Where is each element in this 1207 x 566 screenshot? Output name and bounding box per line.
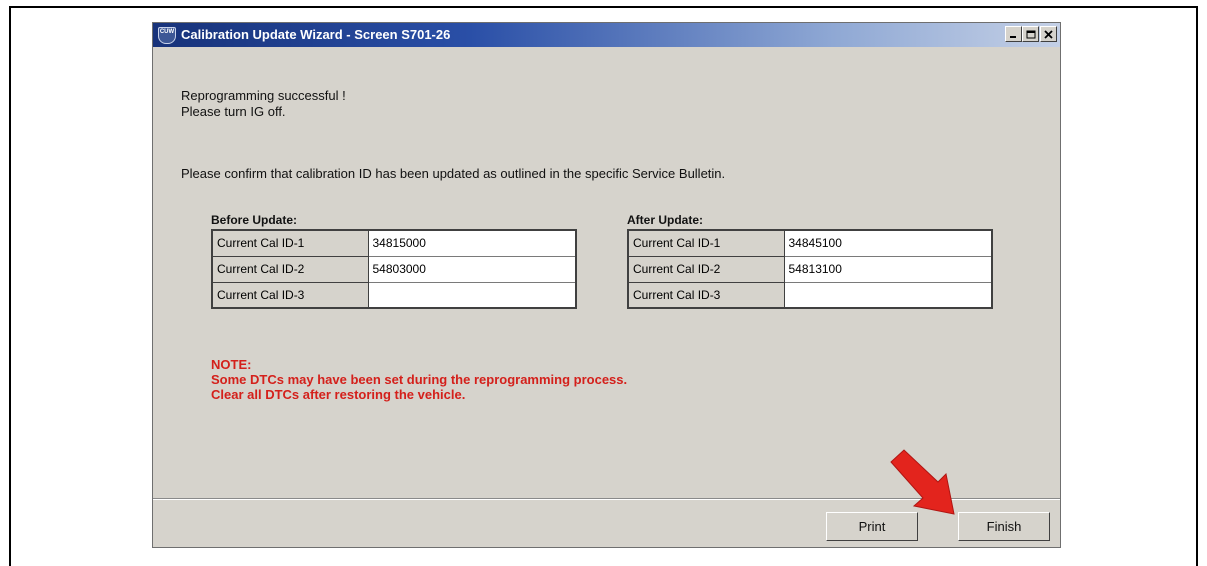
- minimize-button[interactable]: [1005, 26, 1022, 42]
- cal-id-2-label: Current Cal ID-2: [211, 255, 369, 283]
- cal-id-3-label: Current Cal ID-3: [211, 281, 369, 309]
- note-line-2: Clear all DTCs after restoring the vehic…: [211, 387, 466, 402]
- success-message: Reprogramming successful !: [181, 88, 346, 103]
- before-update-table: Current Cal ID-1 34815000 Current Cal ID…: [211, 229, 577, 309]
- close-icon: [1044, 29, 1053, 39]
- cal-id-2-label: Current Cal ID-2: [627, 255, 785, 283]
- ig-off-message: Please turn IG off.: [181, 104, 286, 119]
- table-row: Current Cal ID-3: [211, 281, 577, 309]
- before-cal-id-3-value[interactable]: [367, 281, 577, 309]
- table-row: Current Cal ID-1 34815000: [211, 229, 577, 257]
- confirm-message: Please confirm that calibration ID has b…: [181, 166, 726, 181]
- after-update-label: After Update:: [627, 213, 704, 227]
- dtc-note: NOTE: Some DTCs may have been set during…: [211, 357, 627, 402]
- before-update-label: Before Update:: [211, 213, 298, 227]
- note-heading: NOTE:: [211, 357, 252, 372]
- cal-id-1-label: Current Cal ID-1: [627, 229, 785, 257]
- title-bar[interactable]: CUW Calibration Update Wizard - Screen S…: [153, 23, 1060, 47]
- window-title: Calibration Update Wizard - Screen S701-…: [181, 27, 451, 42]
- minimize-icon: [1010, 35, 1016, 38]
- after-cal-id-2-value[interactable]: 54813100: [783, 255, 993, 283]
- note-line-1: Some DTCs may have been set during the r…: [211, 372, 628, 387]
- after-cal-id-3-value[interactable]: [783, 281, 993, 309]
- maximize-button[interactable]: [1022, 26, 1039, 42]
- maximize-icon: [1026, 30, 1035, 38]
- after-update-table: Current Cal ID-1 34845100 Current Cal ID…: [627, 229, 993, 309]
- cal-id-1-label: Current Cal ID-1: [211, 229, 369, 257]
- table-row: Current Cal ID-2 54803000: [211, 255, 577, 283]
- red-pointer-arrow-icon: [890, 449, 955, 515]
- table-row: Current Cal ID-2 54813100: [627, 255, 993, 283]
- app-shield-icon: CUW: [158, 27, 176, 44]
- close-button[interactable]: [1040, 26, 1057, 42]
- after-cal-id-1-value[interactable]: 34845100: [783, 229, 993, 257]
- cal-id-3-label: Current Cal ID-3: [627, 281, 785, 309]
- before-cal-id-1-value[interactable]: 34815000: [367, 229, 577, 257]
- finish-button[interactable]: Finish: [958, 512, 1050, 541]
- table-row: Current Cal ID-3: [627, 281, 993, 309]
- table-row: Current Cal ID-1 34845100: [627, 229, 993, 257]
- before-cal-id-2-value[interactable]: 54803000: [367, 255, 577, 283]
